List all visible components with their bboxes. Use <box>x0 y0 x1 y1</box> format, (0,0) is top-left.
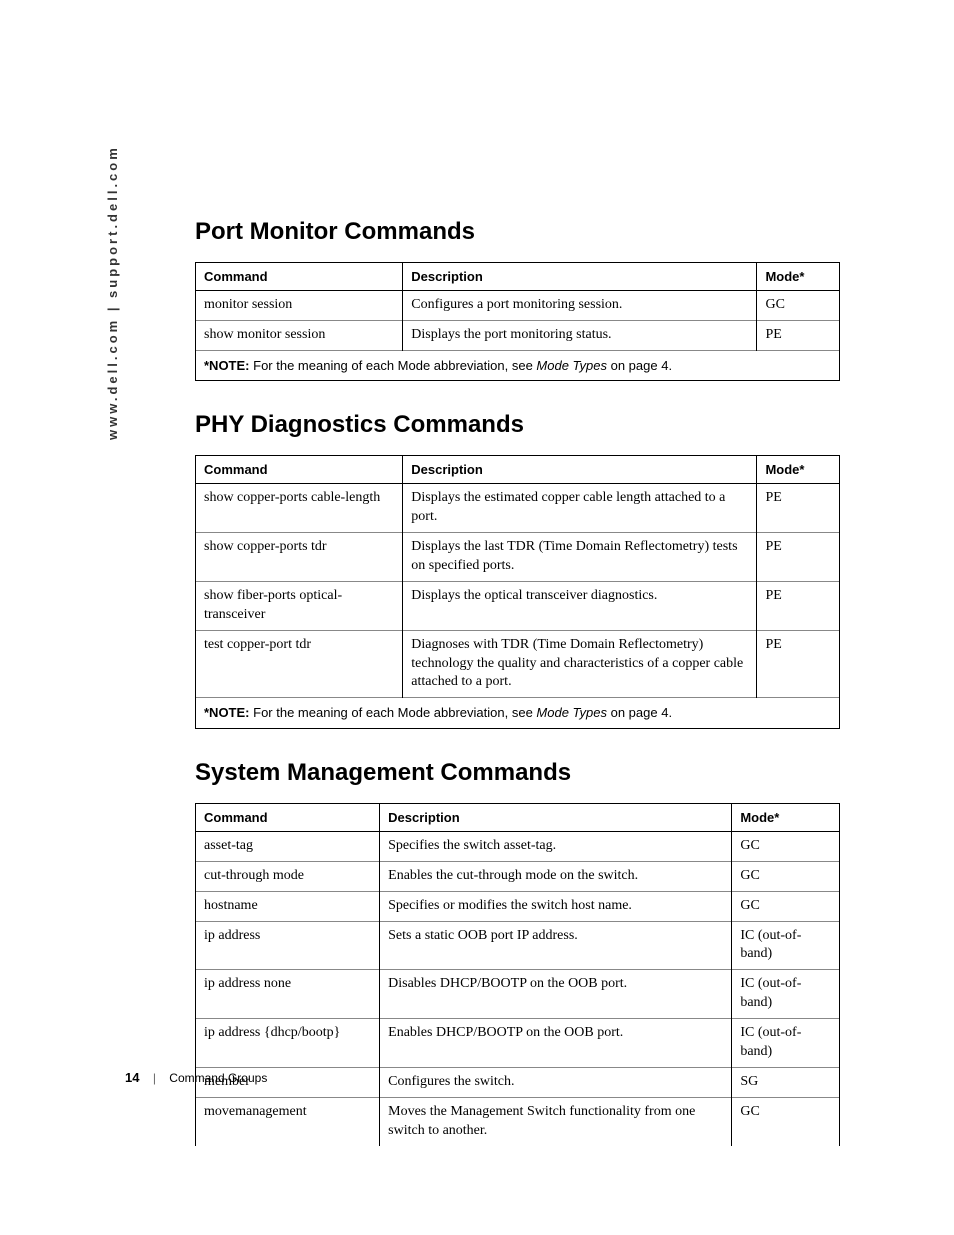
cell-command: hostname <box>196 891 380 921</box>
cell-description: Displays the optical transceiver diagnos… <box>403 581 757 630</box>
cell-command: show fiber-ports optical-transceiver <box>196 581 403 630</box>
section-port-monitor: Port Monitor Commands Command Descriptio… <box>195 218 840 381</box>
table-row: show monitor session Displays the port m… <box>196 320 840 350</box>
table-row: hostname Specifies or modifies the switc… <box>196 891 840 921</box>
page-number: 14 <box>125 1070 139 1085</box>
table-row: test copper-port tdr Diagnoses with TDR … <box>196 630 840 698</box>
note-cell: *NOTE: For the meaning of each Mode abbr… <box>196 350 840 381</box>
table-row: asset-tag Specifies the switch asset-tag… <box>196 831 840 861</box>
table-row: monitor session Configures a port monito… <box>196 291 840 321</box>
cell-description: Specifies the switch asset-tag. <box>380 831 732 861</box>
cell-mode: IC (out-of-band) <box>732 970 840 1019</box>
cell-command: ip address none <box>196 970 380 1019</box>
heading-system-management: System Management Commands <box>195 759 840 787</box>
table-row: member Configures the switch. SG <box>196 1067 840 1097</box>
table-row: show copper-ports cable-length Displays … <box>196 484 840 533</box>
note-cell: *NOTE: For the meaning of each Mode abbr… <box>196 698 840 729</box>
cell-mode: GC <box>757 291 840 321</box>
table-row: movemanagement Moves the Management Swit… <box>196 1097 840 1145</box>
cell-command: movemanagement <box>196 1097 380 1145</box>
table-row: ip address none Disables DHCP/BOOTP on t… <box>196 970 840 1019</box>
cell-mode: GC <box>732 891 840 921</box>
cell-mode: PE <box>757 320 840 350</box>
col-mode: Mode* <box>757 456 840 484</box>
cell-description: Enables the cut-through mode on the swit… <box>380 861 732 891</box>
heading-phy-diagnostics: PHY Diagnostics Commands <box>195 411 840 439</box>
table-note-row: *NOTE: For the meaning of each Mode abbr… <box>196 350 840 381</box>
page-footer: 14 | Command Groups <box>125 1070 267 1085</box>
table-note-row: *NOTE: For the meaning of each Mode abbr… <box>196 698 840 729</box>
table-row: show fiber-ports optical-transceiver Dis… <box>196 581 840 630</box>
cell-description: Moves the Management Switch functionalit… <box>380 1097 732 1145</box>
table-row: cut-through mode Enables the cut-through… <box>196 861 840 891</box>
col-command: Command <box>196 456 403 484</box>
cell-command: show copper-ports tdr <box>196 533 403 582</box>
cell-command: monitor session <box>196 291 403 321</box>
cell-description: Sets a static OOB port IP address. <box>380 921 732 970</box>
cell-description: Displays the port monitoring status. <box>403 320 757 350</box>
table-phy-diagnostics: Command Description Mode* show copper-po… <box>195 455 840 729</box>
page-content: Port Monitor Commands Command Descriptio… <box>195 218 840 1176</box>
table-port-monitor: Command Description Mode* monitor sessio… <box>195 262 840 381</box>
table-row: ip address Sets a static OOB port IP add… <box>196 921 840 970</box>
section-phy-diagnostics: PHY Diagnostics Commands Command Descrip… <box>195 411 840 729</box>
cell-description: Diagnoses with TDR (Time Domain Reflecto… <box>403 630 757 698</box>
table-row: ip address {dhcp/bootp} Enables DHCP/BOO… <box>196 1019 840 1068</box>
col-description: Description <box>403 263 757 291</box>
cell-mode: GC <box>732 861 840 891</box>
cell-mode: IC (out-of-band) <box>732 921 840 970</box>
col-command: Command <box>196 263 403 291</box>
cell-mode: PE <box>757 630 840 698</box>
table-row: show copper-ports tdr Displays the last … <box>196 533 840 582</box>
footer-separator: | <box>153 1071 156 1085</box>
cell-command: ip address {dhcp/bootp} <box>196 1019 380 1068</box>
heading-port-monitor: Port Monitor Commands <box>195 218 840 246</box>
cell-description: Displays the estimated copper cable leng… <box>403 484 757 533</box>
cell-command: show copper-ports cable-length <box>196 484 403 533</box>
cell-command: ip address <box>196 921 380 970</box>
cell-mode: PE <box>757 581 840 630</box>
cell-mode: PE <box>757 484 840 533</box>
cell-description: Configures the switch. <box>380 1067 732 1097</box>
cell-description: Enables DHCP/BOOTP on the OOB port. <box>380 1019 732 1068</box>
cell-description: Disables DHCP/BOOTP on the OOB port. <box>380 970 732 1019</box>
col-command: Command <box>196 803 380 831</box>
cell-command: test copper-port tdr <box>196 630 403 698</box>
col-mode: Mode* <box>732 803 840 831</box>
cell-description: Configures a port monitoring session. <box>403 291 757 321</box>
col-mode: Mode* <box>757 263 840 291</box>
section-system-management: System Management Commands Command Descr… <box>195 759 840 1146</box>
col-description: Description <box>380 803 732 831</box>
cell-description: Specifies or modifies the switch host na… <box>380 891 732 921</box>
cell-command: show monitor session <box>196 320 403 350</box>
cell-command: cut-through mode <box>196 861 380 891</box>
col-description: Description <box>403 456 757 484</box>
cell-mode: GC <box>732 831 840 861</box>
cell-mode: IC (out-of-band) <box>732 1019 840 1068</box>
footer-label: Command Groups <box>169 1071 267 1085</box>
cell-mode: SG <box>732 1067 840 1097</box>
sidebar-url: www.dell.com | support.dell.com <box>105 145 120 440</box>
table-system-management: Command Description Mode* asset-tag Spec… <box>195 803 840 1146</box>
cell-mode: PE <box>757 533 840 582</box>
cell-mode: GC <box>732 1097 840 1145</box>
cell-description: Displays the last TDR (Time Domain Refle… <box>403 533 757 582</box>
cell-command: asset-tag <box>196 831 380 861</box>
